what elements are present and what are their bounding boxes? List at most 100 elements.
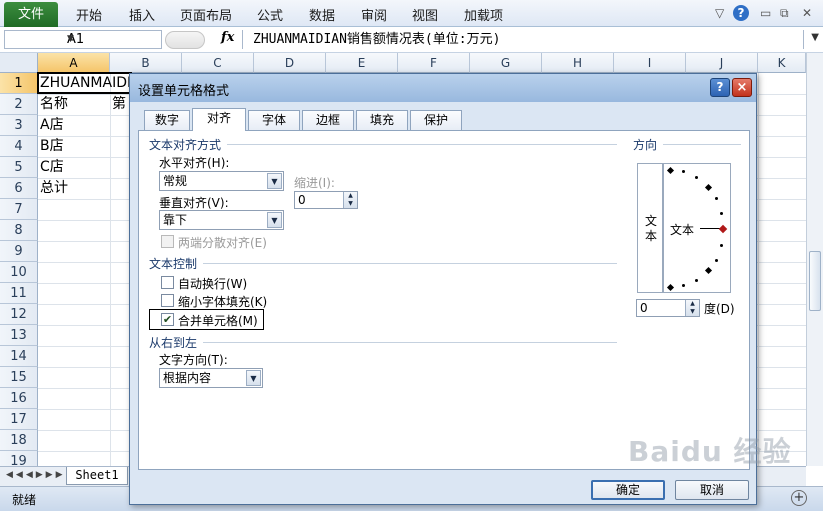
tab-page-layout[interactable]: 页面布局 (180, 5, 232, 24)
column-gridline (110, 73, 111, 466)
degree-value: 0 (640, 301, 648, 315)
ribbon-collapse-icon[interactable]: ▽ (715, 6, 724, 20)
tab-fill[interactable]: 填充 (356, 110, 408, 130)
cell-a6[interactable]: 总计 (40, 178, 68, 199)
column-header[interactable]: E (326, 53, 398, 73)
tab-data[interactable]: 数据 (309, 5, 335, 24)
dial-handle[interactable] (718, 224, 728, 234)
vertical-scrollbar[interactable] (806, 53, 823, 466)
column-header[interactable]: G (470, 53, 542, 73)
row-header[interactable]: 9 (0, 241, 38, 262)
column-header[interactable]: H (542, 53, 614, 73)
chevron-down-icon[interactable]: ▼ (246, 370, 261, 386)
tab-alignment[interactable]: 对齐 (192, 108, 246, 131)
column-header[interactable]: D (254, 53, 326, 73)
cell-a5[interactable]: C店 (40, 157, 64, 178)
tab-addins[interactable]: 加载项 (464, 5, 503, 24)
dialog-help-button[interactable]: ? (710, 78, 730, 97)
column-header[interactable]: B (110, 53, 182, 73)
row-header[interactable]: 14 (0, 346, 38, 367)
chevron-down-icon[interactable]: ▼ (267, 173, 282, 189)
tab-font[interactable]: 字体 (248, 110, 300, 130)
row-header[interactable]: 11 (0, 283, 38, 304)
orientation-dial[interactable]: 文本 (663, 163, 731, 293)
tab-border[interactable]: 边框 (302, 110, 354, 130)
tab-protection[interactable]: 保护 (410, 110, 462, 130)
row-header[interactable]: 19 (0, 451, 38, 466)
row-header[interactable]: 3 (0, 115, 38, 136)
close-icon[interactable]: ✕ (802, 6, 812, 20)
row-header[interactable]: 5 (0, 157, 38, 178)
row-header[interactable]: 16 (0, 388, 38, 409)
vertical-align-select[interactable]: 靠下 ▼ (159, 210, 284, 230)
tab-file[interactable]: 文件 (4, 2, 58, 27)
row-header[interactable]: 2 (0, 94, 38, 115)
row-header[interactable]: 4 (0, 136, 38, 157)
insert-function-icon[interactable]: fx (221, 30, 234, 45)
row-header[interactable]: 17 (0, 409, 38, 430)
row-header[interactable]: 8 (0, 220, 38, 241)
scrollbar-thumb[interactable] (809, 251, 821, 311)
column-gridline (758, 73, 759, 466)
restore-icon[interactable]: ⧉ (780, 6, 789, 21)
tab-insert[interactable]: 插入 (129, 5, 155, 24)
row-header[interactable]: 15 (0, 367, 38, 388)
chevron-down-icon[interactable]: ▼ (267, 212, 282, 228)
cell-b2[interactable]: 第 (112, 94, 126, 115)
horizontal-align-select[interactable]: 常规 ▼ (159, 171, 284, 191)
wrap-text-checkbox[interactable] (161, 276, 174, 289)
vertical-text-option[interactable]: 文本 (637, 163, 663, 293)
dialog-close-button[interactable]: × (732, 78, 752, 97)
row-header[interactable]: 10 (0, 262, 38, 283)
row-header[interactable]: 1 (0, 73, 38, 94)
row-header[interactable]: 7 (0, 199, 38, 220)
cell-a4[interactable]: B店 (40, 136, 64, 157)
merge-cells-checkbox[interactable]: ✔ (161, 313, 174, 326)
shrink-to-fit-checkbox[interactable] (161, 294, 174, 307)
formula-input[interactable]: ZHUANMAIDIAN销售额情况表(单位:万元) (242, 30, 804, 49)
group-divider (203, 342, 617, 343)
spin-arrows-icon[interactable]: ▲ ▼ (343, 192, 357, 208)
indent-stepper[interactable]: 0 ▲ ▼ (294, 191, 358, 209)
tab-review[interactable]: 审阅 (361, 5, 387, 24)
group-text-alignment: 文本对齐方式 (149, 138, 222, 152)
sheet-nav-arrows-icon[interactable]: ◀◀◀▶▶▶ (6, 470, 66, 480)
chevron-down-icon[interactable]: ▼ (67, 34, 158, 44)
ok-button[interactable]: 确定 (591, 480, 665, 500)
name-box[interactable]: A1 ▼ (4, 30, 162, 49)
column-header[interactable]: I (614, 53, 686, 73)
zoom-in-icon[interactable]: + (791, 490, 807, 506)
dial-marker (704, 266, 713, 275)
degree-stepper[interactable]: 0 ▲ ▼ (636, 299, 700, 317)
group-divider (663, 144, 741, 145)
formula-bar-handle[interactable] (165, 31, 205, 49)
cell-a2[interactable]: 名称 (40, 94, 68, 115)
column-header[interactable]: J (686, 53, 758, 73)
row-header[interactable]: 12 (0, 304, 38, 325)
column-header[interactable]: F (398, 53, 470, 73)
cell-a3[interactable]: A店 (40, 115, 64, 136)
column-header[interactable]: C (182, 53, 254, 73)
row-header[interactable]: 6 (0, 178, 38, 199)
cancel-button[interactable]: 取消 (675, 480, 749, 500)
tab-view[interactable]: 视图 (412, 5, 438, 24)
dialog-title-bar[interactable]: 设置单元格格式 ? × (130, 74, 756, 102)
expand-formula-icon[interactable]: ▼ (811, 32, 819, 43)
row-header[interactable]: 18 (0, 430, 38, 451)
tab-number[interactable]: 数字 (144, 110, 190, 130)
shrink-to-fit-label: 缩小字体填充(K) (178, 295, 268, 309)
tab-formulas[interactable]: 公式 (257, 5, 283, 24)
help-icon[interactable]: ? (733, 5, 749, 21)
text-direction-select[interactable]: 根据内容 ▼ (159, 368, 263, 388)
vertical-text-label: 文本 (644, 214, 657, 243)
select-all-corner[interactable] (0, 53, 38, 73)
column-header[interactable]: A (38, 53, 110, 73)
column-header[interactable]: K (758, 53, 806, 73)
dial-needle (700, 228, 720, 229)
distributed-checkbox[interactable] (161, 235, 174, 248)
sheet-tab[interactable]: Sheet1 (66, 467, 128, 485)
row-header[interactable]: 13 (0, 325, 38, 346)
spin-arrows-icon[interactable]: ▲ ▼ (685, 300, 699, 316)
tab-home[interactable]: 开始 (76, 5, 102, 24)
minimize-icon[interactable]: ▭ (760, 6, 771, 20)
